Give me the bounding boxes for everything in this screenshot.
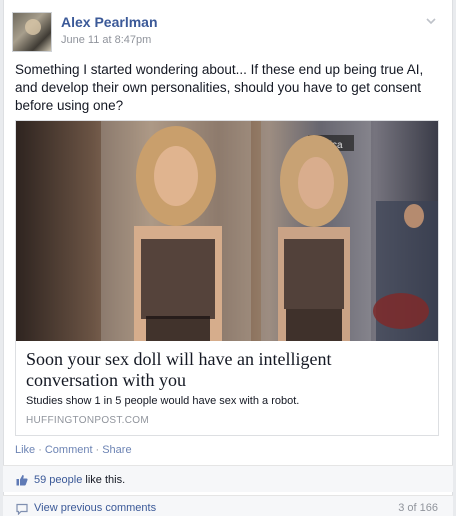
share-button[interactable]: Share [102, 444, 131, 456]
like-button[interactable]: Like [15, 444, 35, 456]
separator: · [38, 444, 42, 456]
likes-summary: 59 people like this. [3, 465, 453, 492]
link-description: Studies show 1 in 5 people would have se… [26, 395, 300, 407]
author-name[interactable]: Alex Pearlman [61, 14, 158, 30]
link-title[interactable]: Soon your sex doll will have an intellig… [26, 349, 426, 391]
link-image-illustration: jessica [16, 121, 438, 341]
chevron-down-icon[interactable] [424, 14, 438, 28]
post-text: Something I started wondering about... I… [15, 62, 424, 113]
link-domain: HUFFINGTONPOST.COM [26, 415, 149, 426]
post-header: Alex Pearlman June 11 at 8:47pm [12, 12, 438, 52]
comment-bubble-icon [16, 503, 28, 515]
avatar[interactable] [12, 12, 52, 52]
comments-bar: View previous comments 3 of 166 [3, 495, 453, 516]
comment-page-count: 3 of 166 [398, 502, 438, 514]
likes-suffix: like this. [82, 474, 126, 486]
link-preview[interactable]: jessica Soon your sex doll will have an … [15, 120, 439, 436]
thumbs-up-icon [16, 475, 28, 486]
likes-count-link[interactable]: 59 people [34, 474, 82, 486]
comment-button[interactable]: Comment [45, 444, 93, 456]
separator: · [95, 444, 100, 456]
likes-text: 59 people like this. [34, 474, 125, 486]
post-actions: Like · Comment · Share [15, 444, 132, 456]
post-timestamp[interactable]: June 11 at 8:47pm [61, 34, 151, 46]
link-image[interactable]: jessica [16, 121, 438, 341]
view-previous-comments-link[interactable]: View previous comments [34, 502, 156, 514]
